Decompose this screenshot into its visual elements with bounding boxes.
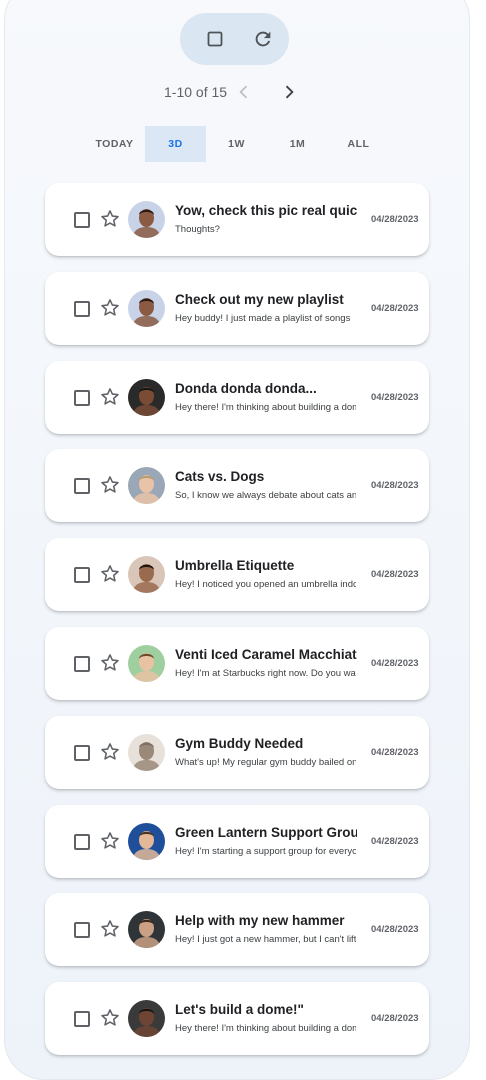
email-row[interactable]: Cats vs. Dogs So, I know we always debate… — [45, 449, 429, 523]
email-subject[interactable]: Green Lantern Support Group — [175, 825, 357, 840]
email-snippet: Hey! I'm starting a support group for ev… — [175, 845, 356, 857]
email-row[interactable]: Green Lantern Support Group Hey! I'm star… — [45, 804, 429, 878]
star-button[interactable] — [99, 386, 121, 408]
email-row[interactable]: Gym Buddy Needed What's up! My regular gy… — [45, 715, 429, 789]
star-outline-icon — [101, 920, 119, 938]
sender-avatar — [128, 644, 165, 682]
sender-avatar — [128, 733, 165, 771]
star-outline-icon — [101, 387, 119, 405]
star-button[interactable] — [99, 830, 121, 852]
star-outline-icon — [101, 1009, 119, 1026]
email-snippet: Hey buddy! I just made a playlist of son… — [175, 312, 351, 324]
email-checkbox[interactable] — [74, 212, 90, 228]
star-button[interactable] — [99, 918, 121, 940]
email-date: 04/28/2023 — [371, 214, 419, 225]
email-date: 04/28/2023 — [371, 391, 419, 403]
email-checkbox[interactable] — [74, 300, 90, 317]
email-snippet: Hey! I just got a new hammer, but I can'… — [175, 934, 356, 946]
refresh-icon — [255, 31, 271, 47]
email-checkbox[interactable] — [74, 833, 90, 850]
star-outline-icon — [101, 565, 119, 582]
sender-avatar — [128, 289, 165, 327]
email-date: 04/28/2023 — [371, 1013, 419, 1025]
next-page-button[interactable] — [277, 80, 301, 104]
email-snippet: So, I know we always debate about cats a… — [175, 490, 356, 502]
email-date: 04/28/2023 — [371, 302, 419, 314]
page-range-text: 1-10 of 15 — [164, 84, 228, 100]
star-outline-icon — [101, 476, 119, 494]
star-outline-icon — [101, 654, 119, 671]
previous-page-button[interactable] — [232, 80, 256, 104]
email-checkbox[interactable] — [74, 744, 90, 761]
email-checkbox[interactable] — [74, 655, 90, 672]
sender-avatar — [128, 556, 165, 594]
email-row[interactable]: Let's build a dome!" Hey there! I'm think… — [45, 982, 429, 1056]
email-subject[interactable]: Umbrella Etiquette — [175, 558, 357, 573]
filter-tab-1m[interactable]: 1M — [267, 126, 328, 162]
sender-avatar — [128, 378, 165, 416]
email-row[interactable]: Yow, check this pic real quick Thoughts? 0… — [45, 183, 429, 256]
email-date: 04/28/2023 — [371, 746, 419, 758]
email-subject[interactable]: Venti Iced Caramel Macchiato — [175, 647, 357, 662]
email-checkbox[interactable] — [74, 922, 90, 939]
email-row[interactable]: Umbrella Etiquette Hey! I noticed you ope… — [45, 538, 429, 612]
select-all-checkbox[interactable] — [202, 26, 228, 52]
star-button[interactable] — [99, 208, 121, 230]
sender-avatar — [128, 911, 165, 949]
email-subject[interactable]: Check out my new playlist — [175, 292, 357, 307]
email-checkbox[interactable] — [74, 1011, 90, 1028]
star-outline-icon — [101, 298, 119, 316]
email-list: Yow, check this pic real quick Thoughts? 0… — [45, 183, 429, 1071]
filter-tab-1w[interactable]: 1W — [206, 126, 267, 162]
checkbox-outline-icon — [207, 31, 223, 47]
email-row[interactable]: Donda donda donda... Hey there! I'm think… — [45, 360, 429, 434]
email-snippet: Thoughts? — [175, 224, 220, 235]
email-snippet: Hey there! I'm thinking about building a… — [175, 1023, 356, 1035]
email-snippet: Hey! I noticed you opened an umbrella in… — [175, 579, 356, 591]
refresh-button[interactable] — [250, 26, 276, 52]
email-checkbox[interactable] — [74, 389, 90, 406]
date-filter-tabs: TODAY 3D 1W 1M ALL — [84, 126, 389, 162]
email-date: 04/28/2023 — [371, 835, 419, 847]
chevron-left-icon — [239, 85, 248, 99]
email-date: 04/28/2023 — [371, 569, 419, 581]
toolbar — [180, 13, 289, 65]
filter-tab-3d[interactable]: 3D — [145, 126, 206, 162]
sender-avatar — [128, 201, 165, 238]
email-subject[interactable]: Yow, check this pic real quick — [175, 203, 357, 218]
email-row[interactable]: Check out my new playlist Hey buddy! I ju… — [45, 271, 429, 345]
email-checkbox[interactable] — [74, 478, 90, 495]
email-subject[interactable]: Gym Buddy Needed — [175, 736, 357, 751]
chevron-right-icon — [285, 85, 294, 99]
email-subject[interactable]: Donda donda donda... — [175, 381, 357, 396]
sender-avatar — [128, 1000, 165, 1038]
star-outline-icon — [101, 210, 119, 227]
email-subject[interactable]: Cats vs. Dogs — [175, 469, 357, 484]
email-date: 04/28/2023 — [371, 657, 419, 669]
email-subject[interactable]: Let's build a dome!" — [175, 1002, 357, 1017]
sender-avatar — [128, 822, 165, 860]
pagination: 1-10 of 15 — [0, 80, 486, 104]
email-subject[interactable]: Help with my new hammer — [175, 913, 357, 928]
email-row[interactable]: Venti Iced Caramel Macchiato Hey! I'm at … — [45, 626, 429, 700]
star-outline-icon — [101, 742, 119, 760]
filter-tab-all[interactable]: ALL — [328, 126, 389, 162]
email-row[interactable]: Help with my new hammer Hey! I just got a… — [45, 893, 429, 967]
email-date: 04/28/2023 — [371, 480, 419, 492]
email-date: 04/28/2023 — [371, 924, 419, 936]
email-snippet: What's up! My regular gym buddy bailed o… — [175, 756, 356, 768]
email-snippet: Hey there! I'm thinking about building a… — [175, 401, 356, 413]
star-button[interactable] — [99, 474, 121, 496]
star-button[interactable] — [99, 652, 121, 674]
star-button[interactable] — [99, 741, 121, 763]
sender-avatar — [128, 467, 165, 505]
filter-tab-today[interactable]: TODAY — [84, 126, 145, 162]
star-button[interactable] — [99, 297, 121, 319]
email-snippet: Hey! I'm at Starbucks right now. Do you … — [175, 667, 356, 679]
email-checkbox[interactable] — [74, 567, 90, 584]
star-button[interactable] — [99, 1007, 121, 1029]
star-button[interactable] — [99, 563, 121, 585]
star-outline-icon — [101, 831, 119, 849]
